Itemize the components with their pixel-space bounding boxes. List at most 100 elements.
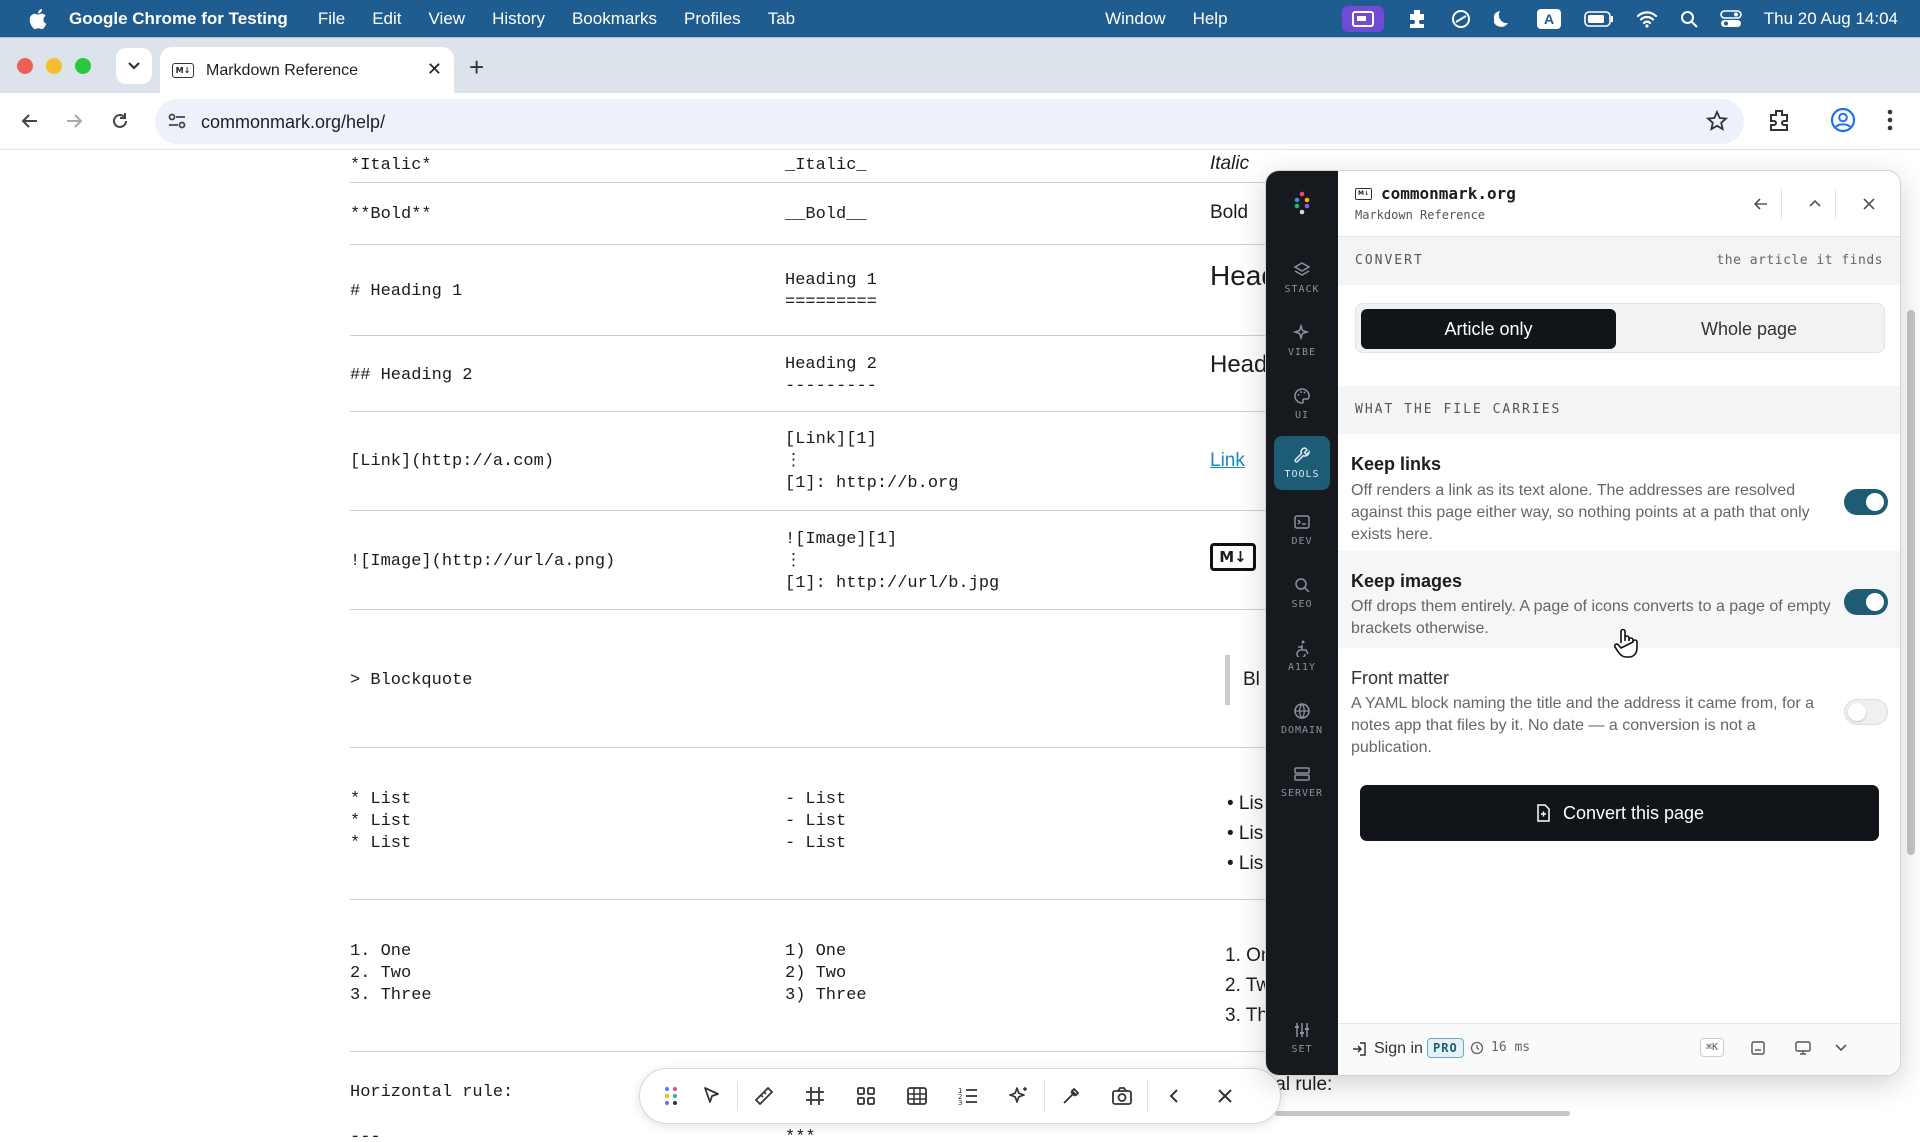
alt-syntax-cell: Heading 2 --------- [785,355,877,396]
scope-segmented-control: Article only Whole page [1355,303,1885,353]
tab-search-button[interactable] [116,48,152,84]
rail-settings[interactable]: SET [1274,1011,1330,1065]
rail-ui[interactable]: UI [1274,377,1330,431]
rail-server[interactable]: SERVER [1274,755,1330,809]
menu-view[interactable]: View [429,9,466,29]
scope-article-only[interactable]: Article only [1361,309,1616,349]
display-mode-button[interactable] [1794,1040,1812,1056]
puzzle-icon[interactable] [1406,8,1428,30]
apple-icon[interactable] [27,8,47,30]
rail-vibe[interactable]: VIBE [1274,314,1330,368]
alt-syntax-cell: _Italic_ [785,156,867,175]
keep-links-toggle[interactable] [1844,489,1888,515]
back-button[interactable] [1750,193,1772,215]
collapse-panel-button[interactable] [1804,193,1826,215]
url-text[interactable]: commonmark.org/help/ [201,112,385,133]
menu-app-name[interactable]: Google Chrome for Testing [69,9,288,29]
tab-title: Markdown Reference [206,61,359,79]
menu-edit[interactable]: Edit [372,9,401,29]
panel-layout-button[interactable] [1750,1040,1766,1056]
kebab-menu-icon[interactable] [1886,107,1894,133]
pro-badge[interactable]: PRO [1427,1038,1464,1058]
command-palette-shortcut[interactable]: ⌘K [1700,1038,1725,1057]
convert-page-button[interactable]: Convert this page [1360,785,1879,841]
menu-tab[interactable]: Tab [768,9,795,29]
reload-button[interactable] [106,107,134,135]
menubar-status-area: A Thu 20 Aug 14:04 [1341,0,1898,37]
extensions-puzzle-icon[interactable] [1767,107,1793,133]
horizontal-scrollbar[interactable] [1275,1111,1570,1116]
address-bar[interactable]: commonmark.org/help/ [155,99,1744,144]
grip-dots-icon [665,1087,677,1105]
footer-expand-button[interactable] [1834,1040,1848,1054]
menu-bookmarks[interactable]: Bookmarks [572,9,657,29]
menu-help[interactable]: Help [1193,9,1228,29]
back-button[interactable] [16,107,44,135]
arrow-right-icon [67,114,83,128]
site-info-icon[interactable] [167,111,187,131]
sign-in-link[interactable]: Sign in [1351,1040,1423,1058]
collapse-toolbar-button[interactable] [1148,1068,1199,1124]
close-toolbar-button[interactable] [1199,1068,1250,1124]
extension-main: M↓ commonmark.org Markdown Reference CON… [1338,171,1900,1075]
layout-tool-button[interactable] [840,1068,891,1124]
scope-whole-page[interactable]: Whole page [1618,309,1880,349]
rail-dev[interactable]: DEV [1274,503,1330,557]
window-minimize-button[interactable] [46,58,62,74]
table-row: ## Heading 2 Heading 2 --------- Head [350,336,1350,412]
rail-tools[interactable]: TOOLS [1274,436,1330,490]
table-row: *Italic* _Italic_ Italic [350,151,1350,183]
forward-button[interactable] [60,107,88,135]
window-maximize-button[interactable] [75,58,91,74]
rail-label: DOMAIN [1280,725,1324,736]
menu-file[interactable]: File [318,9,345,29]
list-tool-button[interactable]: 123 [942,1068,993,1124]
option-front-matter: Front matter A YAML block naming the tit… [1338,648,1900,768]
front-matter-toggle[interactable] [1844,699,1888,725]
menu-window[interactable]: Window [1105,9,1165,29]
profile-avatar-icon[interactable] [1830,107,1856,133]
terminal-icon [1294,515,1310,529]
keep-images-toggle[interactable] [1844,589,1888,615]
new-tab-button[interactable]: + [469,52,484,83]
table-tool-button[interactable] [891,1068,942,1124]
grid-tool-button[interactable] [789,1068,840,1124]
rail-label: TOOLS [1284,469,1320,480]
drag-handle[interactable] [656,1068,686,1124]
page-scrollbar[interactable] [1907,310,1915,855]
measure-tool-button[interactable] [738,1068,789,1124]
menubar-clock[interactable]: Thu 20 Aug 14:04 [1764,9,1898,29]
rail-domain[interactable]: DOMAIN [1274,692,1330,746]
menu-profiles[interactable]: Profiles [684,9,741,29]
panel-icon [1751,1041,1765,1055]
control-center-icon[interactable] [1719,9,1742,28]
menu-history[interactable]: History [492,9,545,29]
ai-tool-button[interactable] [993,1068,1044,1124]
rail-seo[interactable]: SEO [1274,566,1330,620]
bookmark-star-icon[interactable] [1706,110,1728,132]
tab-close-icon[interactable]: ✕ [427,59,442,80]
screenshot-button[interactable] [1096,1068,1147,1124]
window-close-button[interactable] [17,58,33,74]
wifi-icon[interactable] [1636,10,1658,28]
site-favicon-icon: M↓ [1355,188,1372,200]
keyboard-input-icon[interactable]: A [1536,8,1562,30]
screen-share-icon[interactable] [1341,5,1384,32]
battery-icon[interactable] [1583,10,1614,27]
spotlight-search-icon[interactable] [1680,10,1698,28]
focus-icon[interactable] [1450,8,1472,30]
hash-grid-icon [805,1087,824,1105]
moon-icon[interactable] [1493,9,1514,29]
rail-a11y[interactable]: A11Y [1274,629,1330,683]
close-panel-button[interactable] [1858,193,1880,215]
layout-grid-icon [856,1087,875,1105]
extension-logo-icon [1294,191,1310,215]
tab-markdown-reference[interactable]: M↓ Markdown Reference ✕ [160,47,454,94]
rendered-link[interactable]: Link [1210,450,1245,472]
rail-stack[interactable]: STACK [1274,251,1330,305]
select-tool-button[interactable] [686,1068,737,1124]
color-picker-button[interactable] [1045,1068,1096,1124]
monitor-icon [1795,1041,1811,1055]
reload-icon [113,113,127,128]
numbered-list-icon: 123 [958,1087,977,1107]
